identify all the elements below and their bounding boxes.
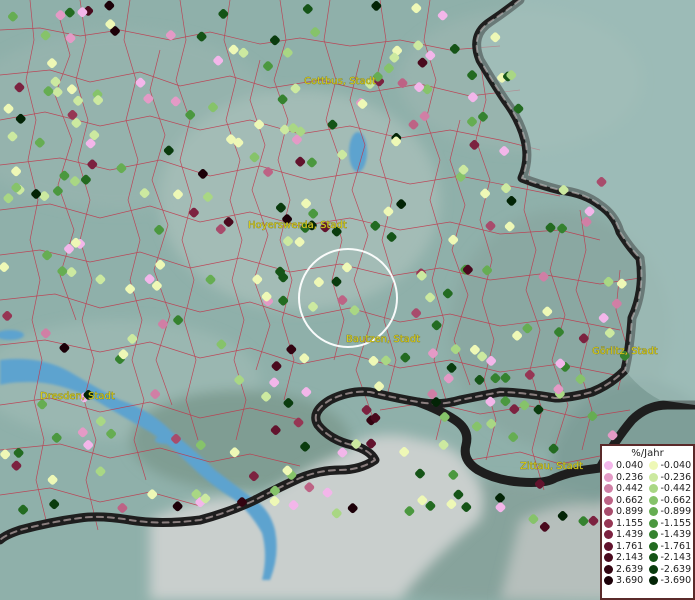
legend-label: -0.236 [660,471,692,483]
city-label-zittau: Zittau, Stadt [520,461,583,472]
legend-entry: -1.155 [648,517,694,530]
legend-swatch [604,495,613,505]
legend-entry: -0.040 [648,460,694,472]
legend-negative-column: -0.040 -0.236 -0.442 -0.662 -0.899 -1.155 -1.4… [648,460,694,587]
legend-label: -1.761 [660,540,692,552]
legend-swatch [604,576,613,586]
map-view[interactable]: Cottbus, Stadt Hoyerswerda, Stadt Bautze… [0,0,695,600]
city-label-goerlitz: Görlitz, Stadt [592,346,658,357]
legend-swatch [604,553,613,563]
legend-label: 1.761 [616,540,644,552]
map-canvas[interactable]: Cottbus, Stadt Hoyerswerda, Stadt Bautze… [0,0,695,600]
legend-entry: -3.690 [648,575,694,587]
legend-label: -0.662 [660,494,692,506]
legend-swatch [648,461,658,471]
legend-label: 2.639 [616,563,644,575]
legend-positive-column: 0.040 0.236 0.442 0.662 0.899 1.155 1.439 1.761… [604,460,649,587]
legend-swatch [648,553,658,563]
legend-swatch [604,530,613,540]
legend-entry: -2.639 [648,563,694,576]
legend-entry: -0.899 [648,506,694,518]
legend-swatch [604,518,613,528]
legend-entry: -0.442 [648,483,694,495]
legend-label: 1.155 [616,517,644,529]
legend-label: -0.040 [660,460,692,472]
legend-swatch [604,461,613,471]
legend-label: 0.442 [616,483,644,495]
legend-swatch [648,518,658,528]
legend-entry: 1.155 [604,518,649,530]
legend-entry: 0.899 [604,506,649,518]
city-label-dresden: Dresden, Stadt [40,391,115,402]
legend-entry: 2.143 [604,552,649,564]
legend-swatch [648,576,658,586]
legend-label: -3.690 [660,575,692,587]
legend-label: 0.040 [616,460,644,472]
legend-swatch [604,484,613,494]
legend-label: -0.899 [660,506,692,518]
city-label-cottbus: Cottbus, Stadt [304,76,376,87]
legend-swatch [648,564,658,574]
map-legend: %/Jahr 0.040 0.236 0.442 0.662 0.899 1.155 1.4… [600,444,695,600]
legend-entry: 0.442 [604,483,649,495]
legend-entry: 3.690 [604,575,649,587]
legend-entry: -1.761 [648,540,694,553]
legend-swatch [648,530,658,540]
legend-label: 0.899 [616,506,644,518]
legend-label: -0.442 [660,483,692,495]
legend-label: 0.236 [616,471,644,483]
legend-entry: -0.236 [648,471,694,484]
legend-entry: -1.439 [648,529,694,541]
legend-entry: -2.143 [648,552,694,564]
legend-entry: 0.662 [604,495,649,507]
legend-label: 2.143 [616,552,644,564]
legend-entry: 2.639 [604,564,649,576]
legend-label: -1.439 [660,529,692,541]
city-label-bautzen: Bautzen, Stadt [346,334,420,345]
legend-label: 0.662 [616,494,644,506]
legend-swatch [648,472,658,482]
legend-label: -2.639 [660,563,692,575]
city-label-hoyerswerda: Hoyerswerda, Stadt [248,220,347,231]
legend-swatch [604,472,613,482]
legend-entry: 1.761 [604,541,649,553]
legend-label: 1.439 [616,529,644,541]
legend-swatch [648,507,658,517]
legend-swatch [604,541,613,551]
legend-entry: 0.040 [604,460,649,472]
legend-entry: -0.662 [648,494,694,507]
legend-swatch [604,564,613,574]
legend-label: -1.155 [660,517,692,529]
legend-swatch [648,541,658,551]
legend-entry: 0.236 [604,472,649,484]
legend-label: 3.690 [616,575,644,587]
legend-title: %/Jahr [631,448,664,459]
legend-entry: 1.439 [604,529,649,541]
legend-swatch [604,507,613,517]
legend-swatch [648,495,658,505]
legend-label: -2.143 [660,552,692,564]
legend-swatch [648,484,658,494]
